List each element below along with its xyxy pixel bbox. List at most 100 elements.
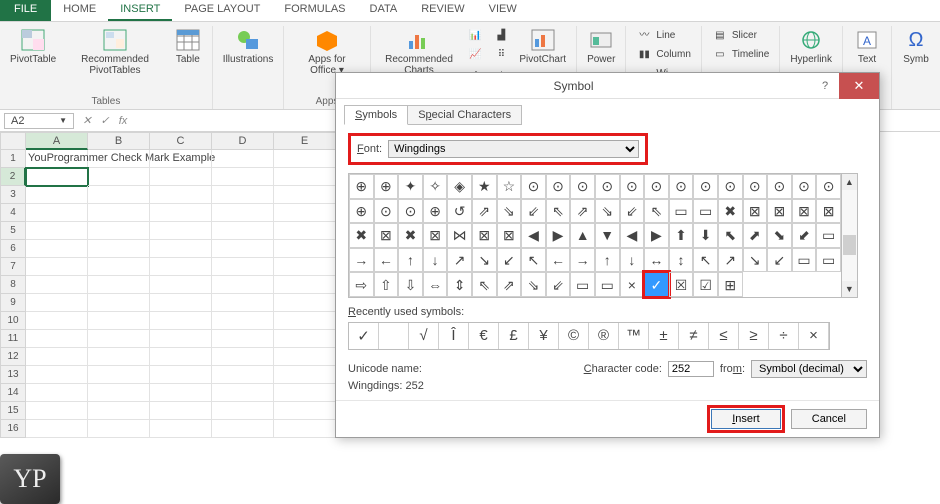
tab-data[interactable]: DATA	[358, 0, 410, 21]
slicer-button[interactable]: ▤Slicer	[710, 26, 771, 44]
scroll-track[interactable]	[842, 190, 857, 281]
timeline-button[interactable]: ▭Timeline	[710, 45, 771, 63]
cancel-button[interactable]: Cancel	[791, 409, 867, 429]
row-header-12[interactable]: 12	[0, 348, 26, 366]
cell-b7[interactable]	[88, 258, 150, 276]
symbol-cell[interactable]: ⇘	[521, 272, 546, 297]
recent-symbol[interactable]	[379, 323, 409, 349]
symbol-cell[interactable]: ▶	[644, 223, 669, 248]
pivotchart-button[interactable]: PivotChart	[517, 26, 568, 67]
symbol-cell[interactable]: ⊠	[792, 199, 817, 224]
symbol-cell[interactable]: ⊙	[669, 174, 694, 199]
symbol-cell[interactable]: ↕	[669, 248, 694, 273]
cell-c8[interactable]	[150, 276, 212, 294]
cell-a9[interactable]	[26, 294, 88, 312]
cell-d11[interactable]	[212, 330, 274, 348]
tab-insert[interactable]: INSERT	[108, 0, 172, 21]
row-header-16[interactable]: 16	[0, 420, 26, 438]
recent-symbol[interactable]: ™	[619, 323, 649, 349]
symbol-cell[interactable]: ◀	[620, 223, 645, 248]
cell-a5[interactable]	[26, 222, 88, 240]
tab-view[interactable]: VIEW	[477, 0, 529, 21]
recent-symbol[interactable]: ¥	[529, 323, 559, 349]
chart-type-2[interactable]: 📈	[465, 45, 485, 63]
symbol-cell[interactable]: ↘	[743, 248, 768, 273]
symbol-cell[interactable]: ▲	[570, 223, 595, 248]
column-header-e[interactable]: E	[274, 132, 336, 150]
symbol-cell[interactable]: ↗	[718, 248, 743, 273]
recent-symbol[interactable]: ©	[559, 323, 589, 349]
symbol-cell[interactable]: ✖	[398, 223, 423, 248]
table-button[interactable]: Table	[172, 26, 204, 67]
symbol-cell[interactable]: ⊙	[398, 199, 423, 224]
recent-symbol[interactable]: ≠	[679, 323, 709, 349]
recommended-pivottables-button[interactable]: Recommended PivotTables	[64, 26, 166, 78]
cell-d9[interactable]	[212, 294, 274, 312]
recent-symbol[interactable]: ✓	[349, 323, 379, 349]
symbol-cell[interactable]: ⊙	[570, 174, 595, 199]
cell-e11[interactable]	[274, 330, 336, 348]
cell-b2[interactable]	[88, 168, 150, 186]
recent-symbol[interactable]: €	[469, 323, 499, 349]
symbol-cell[interactable]: ⊠	[767, 199, 792, 224]
symbol-cell[interactable]: ↗	[447, 248, 472, 273]
cell-b6[interactable]	[88, 240, 150, 258]
recent-symbol[interactable]: √	[409, 323, 439, 349]
cell-c2[interactable]	[150, 168, 212, 186]
symbol-cell[interactable]: ⊕	[423, 199, 448, 224]
cell-c1[interactable]	[150, 150, 212, 168]
cell-d6[interactable]	[212, 240, 274, 258]
cell-a12[interactable]	[26, 348, 88, 366]
symbol-cell[interactable]: ☑	[693, 272, 718, 297]
cell-a11[interactable]	[26, 330, 88, 348]
symbol-cell[interactable]: ⇔	[423, 272, 448, 297]
cell-b8[interactable]	[88, 276, 150, 294]
column-header-c[interactable]: C	[150, 132, 212, 150]
row-header-13[interactable]: 13	[0, 366, 26, 384]
cell-c4[interactable]	[150, 204, 212, 222]
cell-c16[interactable]	[150, 420, 212, 438]
symbol-cell[interactable]: ↑	[398, 248, 423, 273]
symbol-cell[interactable]: ▶	[546, 223, 571, 248]
symbol-cell[interactable]: →	[570, 248, 595, 273]
recent-symbol[interactable]: ÷	[769, 323, 799, 349]
symbol-cell[interactable]: ⇖	[472, 272, 497, 297]
illustrations-button[interactable]: Illustrations	[221, 26, 276, 67]
symbol-cell[interactable]: ⬊	[767, 223, 792, 248]
recent-symbol[interactable]: £	[499, 323, 529, 349]
cell-e1[interactable]	[274, 150, 336, 168]
symbol-cell[interactable]: ⊕	[349, 174, 374, 199]
recent-symbol[interactable]: ≥	[739, 323, 769, 349]
cell-e8[interactable]	[274, 276, 336, 294]
cell-a6[interactable]	[26, 240, 88, 258]
symbol-cell[interactable]: ⇗	[570, 199, 595, 224]
cell-a3[interactable]	[26, 186, 88, 204]
cell-c9[interactable]	[150, 294, 212, 312]
fx-icon[interactable]: fx	[114, 115, 132, 127]
row-header-4[interactable]: 4	[0, 204, 26, 222]
cell-b16[interactable]	[88, 420, 150, 438]
symbol-cell[interactable]: ⬈	[743, 223, 768, 248]
cell-e16[interactable]	[274, 420, 336, 438]
column-header-d[interactable]: D	[212, 132, 274, 150]
symbol-cell[interactable]: ★	[472, 174, 497, 199]
symbol-cell[interactable]: ✦	[398, 174, 423, 199]
cell-d13[interactable]	[212, 366, 274, 384]
symbol-cell[interactable]: ✖	[349, 223, 374, 248]
symbol-cell[interactable]: ⊠	[374, 223, 399, 248]
cell-a1[interactable]: YouProgrammer Check Mark Example	[26, 150, 88, 168]
cell-b4[interactable]	[88, 204, 150, 222]
recent-symbol[interactable]: ≤	[709, 323, 739, 349]
symbol-cell[interactable]: ⊙	[693, 174, 718, 199]
symbol-cell[interactable]: ⊙	[816, 174, 841, 199]
row-header-9[interactable]: 9	[0, 294, 26, 312]
symbol-cell[interactable]: ⊙	[718, 174, 743, 199]
cell-e12[interactable]	[274, 348, 336, 366]
cell-d14[interactable]	[212, 384, 274, 402]
cell-a10[interactable]	[26, 312, 88, 330]
cell-c10[interactable]	[150, 312, 212, 330]
symbol-cell[interactable]: ▭	[816, 223, 841, 248]
symbol-cell[interactable]: ↓	[620, 248, 645, 273]
recommended-charts-button[interactable]: Recommended Charts	[379, 26, 460, 78]
pivottable-button[interactable]: PivotTable	[8, 26, 58, 67]
